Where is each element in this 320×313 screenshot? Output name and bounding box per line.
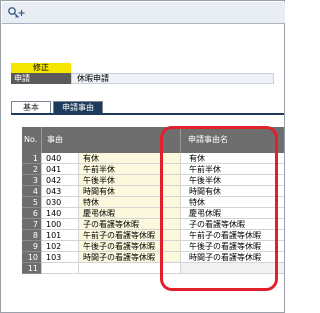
row-number: 9 — [22, 241, 42, 252]
reason-code-cell[interactable]: 043 — [42, 186, 79, 197]
title-bar — [2, 2, 285, 24]
key-plus-icon[interactable] — [7, 6, 25, 20]
reason-code-cell[interactable]: 040 — [42, 153, 79, 164]
reason-code-cell[interactable]: 041 — [42, 164, 79, 175]
highlight-box — [160, 126, 278, 291]
row-number: 1 — [22, 153, 42, 164]
reason-code-cell[interactable]: 102 — [42, 241, 79, 252]
reason-code-cell[interactable]: 103 — [42, 252, 79, 263]
row-number: 11 — [22, 263, 42, 274]
tab-underline — [11, 113, 284, 115]
application-value: 休暇申請 — [71, 73, 274, 84]
reason-code-cell[interactable]: 101 — [42, 230, 79, 241]
reason-code-cell[interactable] — [42, 263, 79, 274]
row-number: 7 — [22, 219, 42, 230]
row-number: 5 — [22, 197, 42, 208]
row-number: 10 — [22, 252, 42, 263]
row-number: 6 — [22, 208, 42, 219]
row-number: 4 — [22, 186, 42, 197]
reason-code-cell[interactable]: 030 — [42, 197, 79, 208]
row-number: 2 — [22, 164, 42, 175]
row-number: 8 — [22, 230, 42, 241]
row-number: 3 — [22, 175, 42, 186]
reason-code-cell[interactable]: 140 — [42, 208, 79, 219]
reason-code-cell[interactable]: 100 — [42, 219, 79, 230]
application-label: 申請 — [11, 73, 71, 84]
mode-badge: 修正 — [11, 63, 71, 73]
header-no: No. — [22, 127, 42, 153]
reason-code-cell[interactable]: 042 — [42, 175, 79, 186]
